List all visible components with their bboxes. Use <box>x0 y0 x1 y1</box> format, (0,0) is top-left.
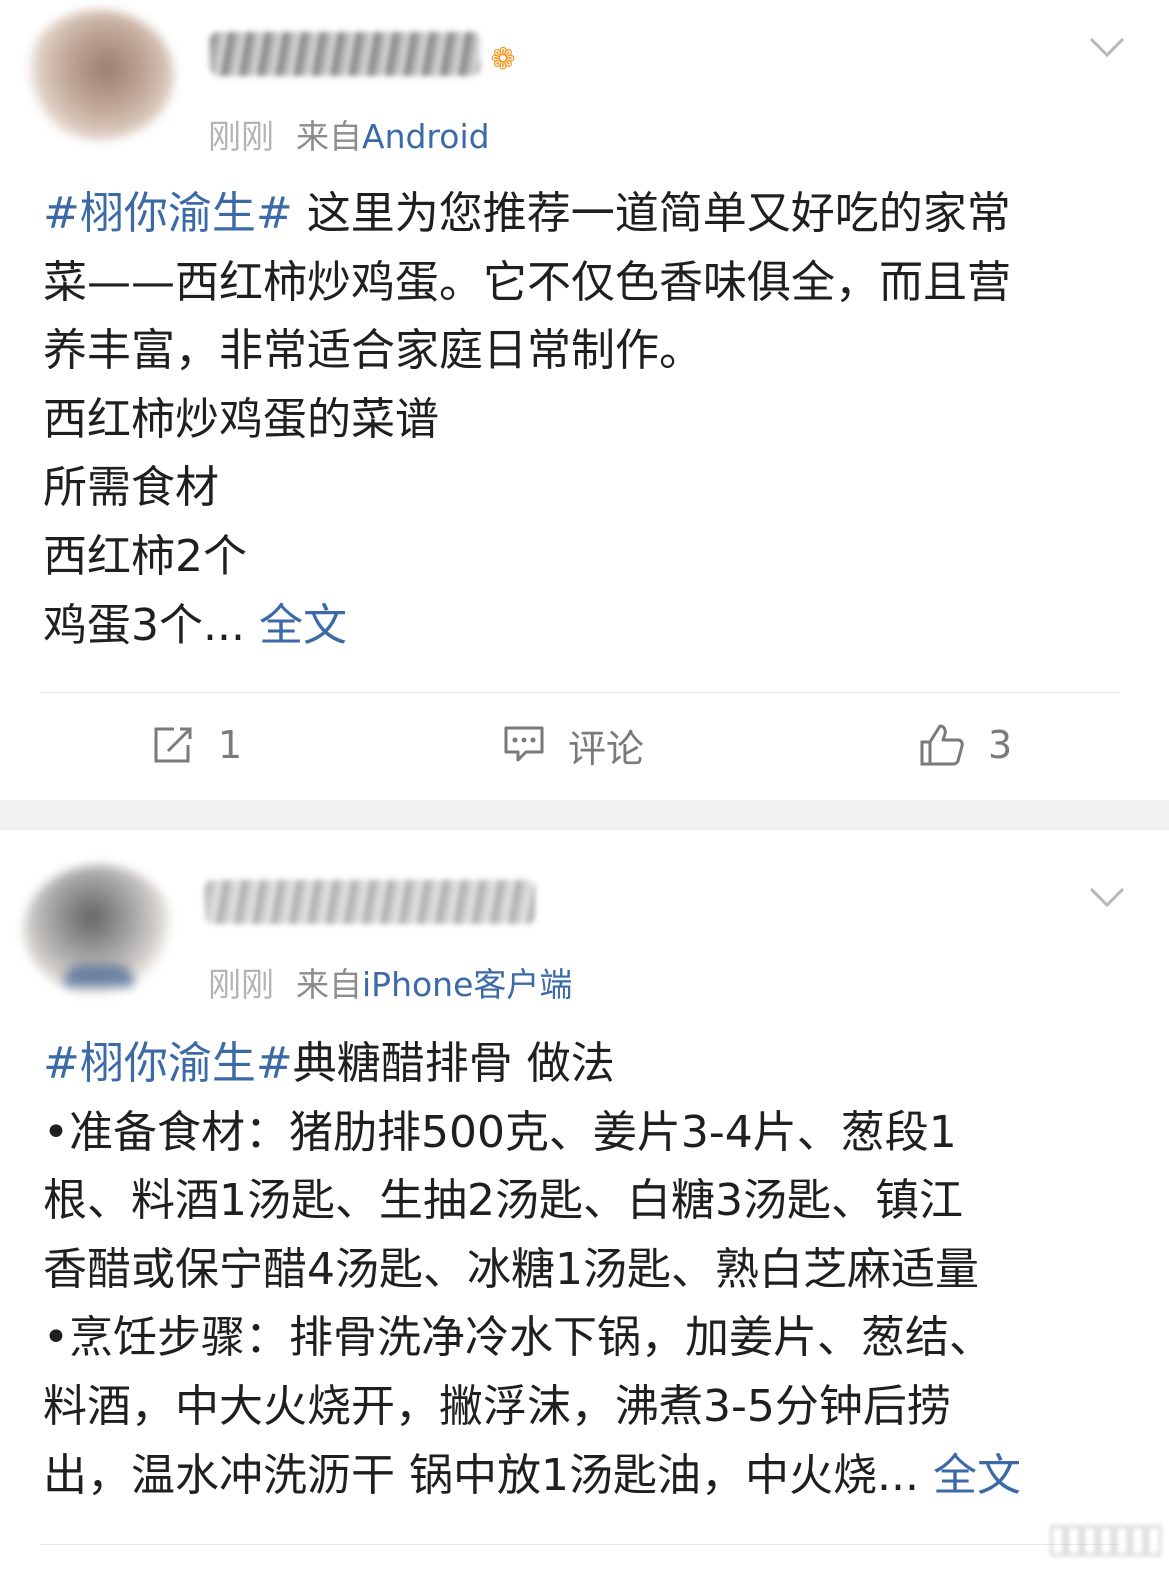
comment-label: 评论 <box>568 726 645 771</box>
content-line-2: 菜——西红柿炒鸡蛋。它不仅色香味俱全，而且营 <box>43 256 1011 308</box>
weibo-post-2: 刚刚 来自iPhone客户端 #栩你渝生#典糖醋排骨 做法 •准备食材：猪肋排50… <box>0 830 1169 1581</box>
source-name[interactable]: iPhone客户端 <box>362 965 572 1004</box>
content-line-6: 西红柿2个 <box>43 530 247 582</box>
content-line-6: 料酒，中大火烧开，撇浮沫，沸煮3-5分钟后捞 <box>43 1380 951 1432</box>
content-line-3: 根、料酒1汤匙、生抽2汤匙、白糖3汤匙、镇江 <box>43 1175 963 1227</box>
comment-button[interactable]: 评论 <box>502 722 644 771</box>
content-line-5: 所需食材 <box>43 462 219 514</box>
read-more-link[interactable]: 全文 <box>245 600 347 651</box>
content-line-1: #栩你渝生#典糖醋排骨 做法 <box>43 1038 615 1089</box>
post-time: 刚刚 <box>208 117 274 156</box>
username-blurred[interactable] <box>205 880 535 924</box>
content-line-7: 出，温水冲洗沥干 锅中放1汤匙油，中火烧... 全文 <box>43 1449 1021 1501</box>
repost-icon <box>154 727 192 763</box>
content-line-7: 鸡蛋3个... 全文 <box>43 599 347 651</box>
content-line-2: •准备食材：猪肋排500克、姜片3-4片、葱段1 <box>43 1106 957 1158</box>
repost-button[interactable]: 1 <box>152 722 242 768</box>
post-content: #栩你渝生# 这里为您推荐一道简单又好吃的家常 菜——西红柿炒鸡蛋。它不仅色香味… <box>43 180 1128 660</box>
post-meta: 刚刚 来自Android <box>208 110 490 158</box>
post-meta: 刚刚 来自iPhone客户端 <box>208 958 572 1006</box>
chevron-down-icon[interactable] <box>1089 36 1125 66</box>
fish-badge-icon: ❁ <box>490 42 516 77</box>
source-name[interactable]: Android <box>362 117 490 156</box>
post-time: 刚刚 <box>208 965 274 1004</box>
content-line-1: #栩你渝生# 这里为您推荐一道简单又好吃的家常 <box>43 188 1011 239</box>
post-content: #栩你渝生#典糖醋排骨 做法 •准备食材：猪肋排500克、姜片3-4片、葱段1 … <box>43 1030 1128 1510</box>
like-button[interactable]: 3 <box>918 722 1012 768</box>
repost-count: 1 <box>218 723 243 767</box>
source-prefix: 来自 <box>296 117 362 156</box>
topic-tag[interactable]: #栩你渝生# <box>43 188 293 239</box>
post-separator <box>0 800 1169 830</box>
chevron-down-icon[interactable] <box>1089 886 1125 916</box>
content-line-4: 西红柿炒鸡蛋的菜谱 <box>43 393 439 445</box>
username-blurred[interactable] <box>210 32 480 76</box>
topic-tag[interactable]: #栩你渝生# <box>43 1038 293 1089</box>
comment-icon <box>504 726 544 762</box>
content-line-5: •烹饪步骤：排骨洗净冷水下锅，加姜片、葱结、 <box>43 1312 993 1364</box>
avatar[interactable] <box>24 10 174 140</box>
thumbs-up-icon <box>920 724 964 766</box>
watermark: ▯▯▯▯▯▯▯ <box>1046 1515 1165 1561</box>
content-line-3: 养丰富，非常适合家庭日常制作。 <box>43 325 703 377</box>
divider <box>40 1544 1119 1545</box>
weibo-post-1: ❁ 刚刚 来自Android #栩你渝生# 这里为您推荐一道简单又好吃的家常 菜—… <box>0 0 1169 800</box>
like-count: 3 <box>988 723 1013 767</box>
divider <box>40 692 1119 693</box>
source-prefix: 来自 <box>296 965 362 1004</box>
content-line-4: 香醋或保宁醋4汤匙、冰糖1汤匙、熟白芝麻适量 <box>43 1243 979 1295</box>
read-more-link[interactable]: 全文 <box>919 1450 1021 1501</box>
avatar[interactable] <box>24 865 174 995</box>
